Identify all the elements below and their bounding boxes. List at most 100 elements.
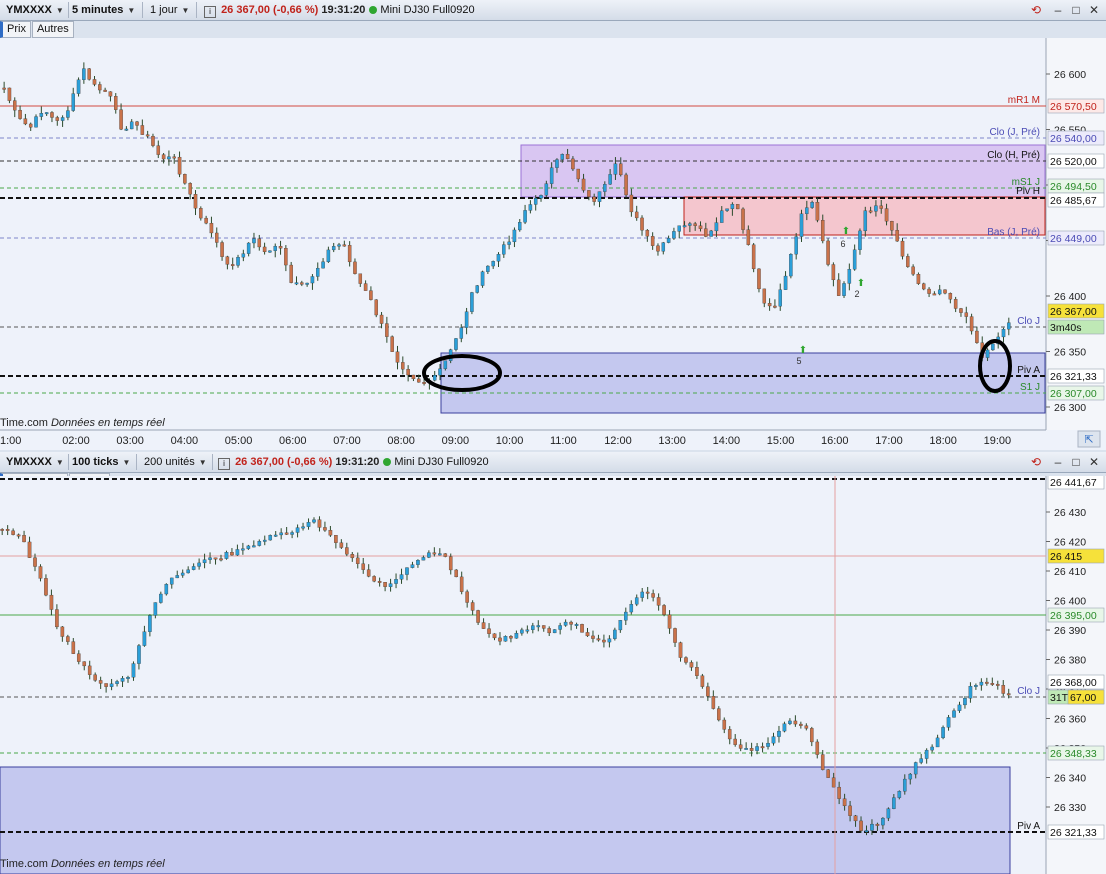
- top-chart-panel: YMXXXX ▼ 5 minutes ▼ 1 jour ▼ i 26 367,00 (…: [0, 0, 1106, 450]
- maximize-icon[interactable]: □: [1068, 454, 1084, 470]
- symbol-selector[interactable]: YMXXXX ▼: [2, 2, 69, 18]
- candle-body: [246, 242, 251, 254]
- candle-body: [422, 382, 426, 384]
- candle-body: [140, 125, 145, 135]
- x-tick-label: 04:00: [171, 435, 199, 447]
- y-tick-label: 26 330: [1054, 802, 1086, 814]
- x-tick-label: 14:00: [713, 435, 741, 447]
- period-label: 1 jour: [150, 4, 178, 16]
- y-tick-label: 26 410: [1054, 566, 1086, 578]
- candle-body: [651, 593, 655, 598]
- candle-body: [317, 519, 322, 528]
- candle-body: [161, 154, 166, 160]
- candle-body: [783, 275, 788, 290]
- clock-time: 19:31:20: [335, 456, 380, 468]
- instrument-name: Mini DJ30 Full0920: [380, 4, 475, 16]
- candle-body: [464, 311, 469, 328]
- period-selector[interactable]: 1 jour ▼: [146, 2, 197, 18]
- info-icon[interactable]: i: [218, 458, 230, 470]
- candle-body: [569, 621, 573, 625]
- level-label: Clo J: [1017, 686, 1040, 697]
- price-tag-label: 26 321,33: [1050, 827, 1097, 839]
- candle-body: [711, 696, 716, 709]
- candle-body: [399, 574, 404, 580]
- candle-body: [44, 112, 49, 115]
- level-label: mR1 M: [1008, 95, 1040, 106]
- close-icon[interactable]: ✕: [1086, 454, 1102, 470]
- candle-body: [131, 663, 136, 678]
- candle-body: [268, 535, 273, 541]
- candle-body: [766, 742, 770, 747]
- candle-body: [935, 737, 940, 748]
- candle-body: [778, 289, 782, 307]
- price-chart-ticks[interactable]: Clo J Piv A 26 430 26 420 26 410 26 400 26 3…: [0, 476, 1106, 874]
- candle-body: [115, 681, 119, 684]
- candle-body: [608, 174, 612, 185]
- candle-body: [279, 532, 283, 536]
- candle-body: [959, 308, 963, 313]
- price-chart-5min[interactable]: mR1 M Clo (J, Pré) Clo (H, Pré) mS1 J Pi…: [0, 38, 1106, 450]
- candle-body: [574, 624, 579, 626]
- minimize-icon[interactable]: –: [1050, 2, 1066, 18]
- candle-body: [443, 553, 448, 557]
- interval-selector[interactable]: 5 minutes ▼: [68, 2, 143, 18]
- candle-body: [339, 542, 344, 548]
- svg-text:⇱: ⇱: [1084, 434, 1093, 446]
- level-label: Piv A: [1017, 821, 1040, 832]
- candle-body: [326, 249, 331, 262]
- candle-body: [401, 362, 405, 370]
- price-tag-label: 26 570,50: [1050, 101, 1097, 113]
- maximize-icon[interactable]: □: [1068, 2, 1084, 18]
- candle-body: [241, 548, 245, 551]
- candle-body: [831, 264, 836, 281]
- candle-body: [587, 190, 591, 197]
- tab-prix[interactable]: Prix: [0, 21, 31, 38]
- close-icon[interactable]: ✕: [1086, 2, 1102, 18]
- refresh-icon[interactable]: ⟲: [1028, 454, 1044, 470]
- candle-body: [82, 661, 87, 667]
- candle-body: [969, 316, 974, 332]
- candle-body: [821, 220, 825, 242]
- candle-body: [613, 163, 618, 175]
- candle-body: [673, 628, 677, 643]
- x-tick-label: 08:00: [387, 435, 415, 447]
- level-label: Clo J: [1017, 316, 1040, 327]
- candle-body: [305, 282, 309, 285]
- candle-body: [906, 256, 910, 267]
- candle-body: [837, 786, 841, 799]
- candle-body: [603, 184, 607, 192]
- tab-autres[interactable]: Autres: [31, 21, 74, 38]
- candle-body: [262, 539, 267, 542]
- candle-body: [454, 338, 458, 350]
- units-selector[interactable]: 200 unités ▼: [140, 454, 213, 470]
- candle-body: [859, 820, 863, 831]
- candle-body: [405, 567, 409, 575]
- candle-body: [1001, 328, 1006, 338]
- candle-body: [60, 117, 65, 121]
- minimize-icon[interactable]: –: [1050, 454, 1066, 470]
- candle-body: [363, 283, 368, 291]
- price-tag-label: 3m40s: [1050, 322, 1082, 334]
- candle-body: [475, 285, 479, 293]
- candle-body: [87, 68, 91, 80]
- candle-body: [175, 575, 180, 579]
- y-tick-label: 26 400: [1054, 291, 1086, 303]
- chevron-down-icon: ▼: [55, 458, 64, 467]
- symbol-selector[interactable]: YMXXXX ▼: [2, 454, 69, 470]
- candle-body: [197, 562, 201, 567]
- y-tick-label: 26 400: [1054, 596, 1086, 608]
- interval-selector[interactable]: 100 ticks ▼: [68, 454, 137, 470]
- info-icon[interactable]: i: [204, 6, 216, 18]
- candle-body: [66, 636, 70, 642]
- candle-body: [13, 100, 17, 111]
- price-tag-label: 26 540,00: [1050, 133, 1097, 145]
- candle-body: [49, 594, 54, 610]
- candle-body: [224, 552, 229, 559]
- candle-body: [826, 769, 830, 778]
- refresh-icon[interactable]: ⟲: [1028, 2, 1044, 18]
- units-label: 200 unités: [144, 456, 195, 468]
- candle-body: [55, 117, 60, 121]
- candle-body: [693, 223, 697, 226]
- y-tick-label: 26 360: [1054, 714, 1086, 726]
- candle-body: [539, 195, 543, 199]
